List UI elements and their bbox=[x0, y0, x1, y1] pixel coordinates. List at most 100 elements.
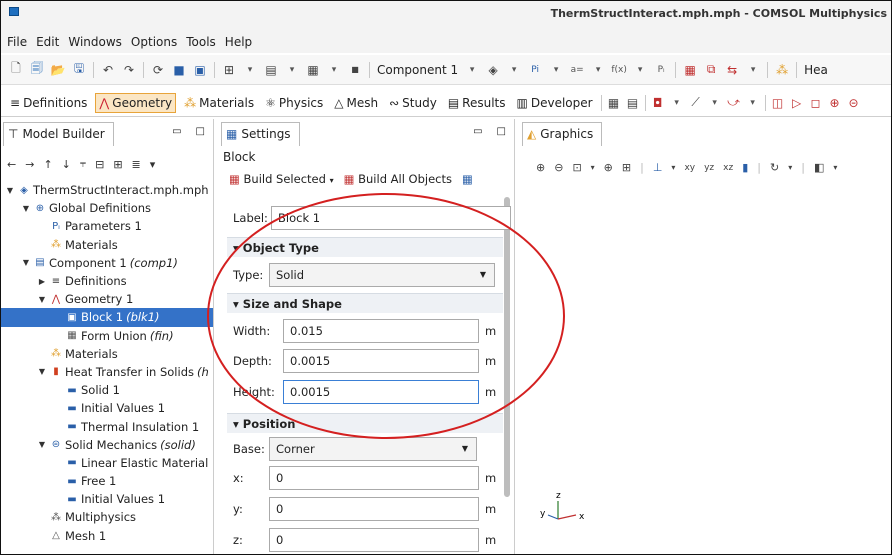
tree-options-icon[interactable]: ≣ bbox=[132, 158, 141, 171]
tree-node[interactable]: ▣ Block 1 (blk1) bbox=[1, 308, 213, 327]
dropdown-icon[interactable]: ▾ bbox=[746, 96, 760, 110]
xy-view-icon[interactable]: xy bbox=[684, 163, 695, 173]
maximize-pane-icon[interactable]: □ bbox=[196, 126, 205, 137]
work-plane-icon[interactable]: ◫ bbox=[771, 96, 785, 110]
tab-physics[interactable]: ⚛ Physics bbox=[262, 94, 326, 112]
tab-developer[interactable]: ▥ Developer bbox=[514, 94, 596, 112]
move-down-icon[interactable]: ↓ bbox=[62, 158, 71, 171]
add-physics-icon[interactable]: ⁂ bbox=[775, 63, 789, 77]
stop-icon[interactable]: ■ bbox=[348, 63, 362, 77]
tab-definitions[interactable]: ≡ Definitions bbox=[7, 94, 90, 112]
build-preferences-icon[interactable]: ▦ bbox=[462, 172, 473, 186]
expand-all-icon[interactable]: ⊞ bbox=[113, 158, 122, 171]
menu-help[interactable]: Help bbox=[225, 35, 252, 49]
expand-arrow-icon[interactable]: ▼ bbox=[5, 186, 15, 195]
back-arrow-icon[interactable]: ← bbox=[7, 158, 16, 171]
reset-desktop-icon[interactable]: ⟳ bbox=[151, 63, 165, 77]
build-icon[interactable]: ▦ bbox=[607, 96, 621, 110]
tab-results[interactable]: ▤ Results bbox=[445, 94, 509, 112]
tree-node[interactable]: ▶ ≡ Definitions bbox=[1, 272, 213, 290]
tab-mesh[interactable]: △ Mesh bbox=[331, 94, 381, 112]
tree-node[interactable]: ▬ Initial Values 1 bbox=[1, 399, 213, 417]
tree-node[interactable]: ▼ ▮ Heat Transfer in Solids (h bbox=[1, 363, 213, 381]
tree-node[interactable]: △ Mesh 1 bbox=[1, 527, 213, 545]
tree-node[interactable]: ▬ Initial Values 1 bbox=[1, 490, 213, 508]
show-icon[interactable]: ⫧ bbox=[80, 157, 86, 171]
expand-arrow-icon[interactable]: ▼ bbox=[37, 440, 47, 449]
revolve-icon[interactable]: ◻ bbox=[809, 96, 823, 110]
new-file-icon[interactable]: 🗋 bbox=[9, 61, 23, 77]
depth-input[interactable]: 0.0015 bbox=[283, 349, 479, 373]
build-all-objects-button[interactable]: ▦ Build All Objects bbox=[344, 172, 452, 186]
tab-model-builder[interactable]: ⊤ Model Builder bbox=[3, 122, 114, 146]
tree-node[interactable]: ▼ ◈ ThermStructInteract.mph.mph bbox=[1, 181, 213, 199]
study-tool-icon[interactable]: ⇆ bbox=[725, 63, 739, 77]
difference-icon[interactable]: ⊝ bbox=[847, 96, 861, 110]
tab-graphics[interactable]: ◭ Graphics bbox=[522, 122, 603, 146]
collapse-all-icon[interactable]: ⊟ bbox=[95, 158, 104, 171]
functions-tool-icon[interactable]: f(x) bbox=[611, 63, 627, 77]
default-view-icon[interactable]: ▮ bbox=[742, 161, 748, 174]
tree-node[interactable]: ▦ Form Union (fin) bbox=[1, 327, 213, 345]
dropdown-icon[interactable]: ▾ bbox=[591, 163, 595, 172]
union-icon[interactable]: ⊕ bbox=[828, 96, 842, 110]
y-input[interactable]: 0 bbox=[269, 497, 479, 521]
expand-arrow-icon[interactable]: ▼ bbox=[21, 258, 31, 267]
yz-view-icon[interactable]: yz bbox=[704, 163, 714, 173]
dropdown-icon[interactable]: ▾ bbox=[591, 63, 605, 77]
expand-arrow-icon[interactable]: ▼ bbox=[21, 204, 31, 213]
add-component-icon[interactable]: ◈ bbox=[486, 63, 500, 77]
parameters-tool-icon[interactable]: Pi bbox=[528, 63, 542, 77]
parameter-case-icon[interactable]: Pᵢ bbox=[654, 63, 668, 77]
heat-transfer-ribbon-label[interactable]: Hea bbox=[804, 63, 828, 77]
dropdown-icon[interactable]: ▾ bbox=[833, 163, 837, 172]
transforms-icon[interactable]: ⟋ bbox=[689, 95, 703, 110]
component-selector[interactable]: Component 1 bbox=[377, 63, 458, 77]
section-position[interactable]: ▾ Position bbox=[227, 413, 503, 433]
z-input[interactable]: 0 bbox=[269, 528, 479, 552]
dropdown-icon[interactable]: ▾ bbox=[671, 163, 675, 172]
open-folder-icon[interactable]: 📂 bbox=[51, 63, 66, 77]
tree-node[interactable]: ▬ Free 1 bbox=[1, 472, 213, 490]
menu-windows[interactable]: Windows bbox=[68, 35, 122, 49]
import-icon[interactable]: ▤ bbox=[626, 96, 640, 110]
tree-node[interactable]: Pᵢ Parameters 1 bbox=[1, 217, 213, 235]
expand-arrow-icon[interactable]: ▼ bbox=[37, 295, 47, 304]
dropdown-icon[interactable]: ▾ bbox=[670, 96, 684, 110]
dropdown-icon[interactable]: ▾ bbox=[746, 63, 760, 77]
zoom-extents-icon[interactable]: ⊞ bbox=[622, 161, 631, 174]
dropdown-icon[interactable]: ▾ bbox=[327, 63, 341, 77]
move-up-icon[interactable]: ↑ bbox=[43, 158, 52, 171]
minimize-pane-icon[interactable]: ▭ bbox=[172, 126, 181, 137]
menu-options[interactable]: Options bbox=[131, 35, 177, 49]
tree-node[interactable]: ⁂ Materials bbox=[1, 236, 213, 254]
build-selected-button[interactable]: ▦ Build Selected ▾ bbox=[229, 172, 334, 186]
zoom-selected-icon[interactable]: ⊕ bbox=[604, 161, 613, 174]
height-input[interactable]: 0.0015 bbox=[283, 380, 479, 404]
menu-file[interactable]: File bbox=[7, 35, 27, 49]
view-orientation-icon[interactable]: ⊥ bbox=[653, 161, 663, 174]
mesh-tool-icon[interactable]: ⧉ bbox=[704, 62, 718, 77]
rotate-icon[interactable]: ↻ bbox=[770, 161, 779, 174]
tree-node[interactable]: ▬ Linear Elastic Material bbox=[1, 454, 213, 472]
x-input[interactable]: 0 bbox=[269, 466, 479, 490]
extrude-icon[interactable]: ▷ bbox=[790, 96, 804, 110]
dropdown-icon[interactable]: ▾ bbox=[788, 163, 792, 172]
label-input[interactable]: Block 1 bbox=[271, 206, 511, 230]
tree-node[interactable]: ⁂ Multiphysics bbox=[1, 508, 213, 526]
tab-settings[interactable]: ▦ Settings bbox=[221, 122, 300, 146]
width-input[interactable]: 0.015 bbox=[283, 319, 479, 343]
tree-node[interactable]: ▼ ⋀ Geometry 1 bbox=[1, 290, 213, 308]
forward-arrow-icon[interactable]: → bbox=[25, 158, 34, 171]
tree-node[interactable]: ▬ Solid 1 bbox=[1, 381, 213, 399]
model-tree-node-icon[interactable]: ⊞ bbox=[222, 63, 236, 77]
tree-node[interactable]: ⁂ Materials bbox=[1, 345, 213, 363]
zoom-in-icon[interactable]: ⊕ bbox=[536, 161, 545, 174]
zoom-box-icon[interactable]: ⊡ bbox=[572, 161, 581, 174]
base-select[interactable]: Corner ▼ bbox=[269, 437, 477, 461]
block-tool-icon[interactable]: ◘ bbox=[651, 96, 665, 110]
tab-study[interactable]: ∾ Study bbox=[386, 94, 440, 112]
undo-icon[interactable]: ↶ bbox=[101, 63, 115, 77]
xz-view-icon[interactable]: xz bbox=[723, 163, 733, 173]
redo-icon[interactable]: ↷ bbox=[122, 63, 136, 77]
